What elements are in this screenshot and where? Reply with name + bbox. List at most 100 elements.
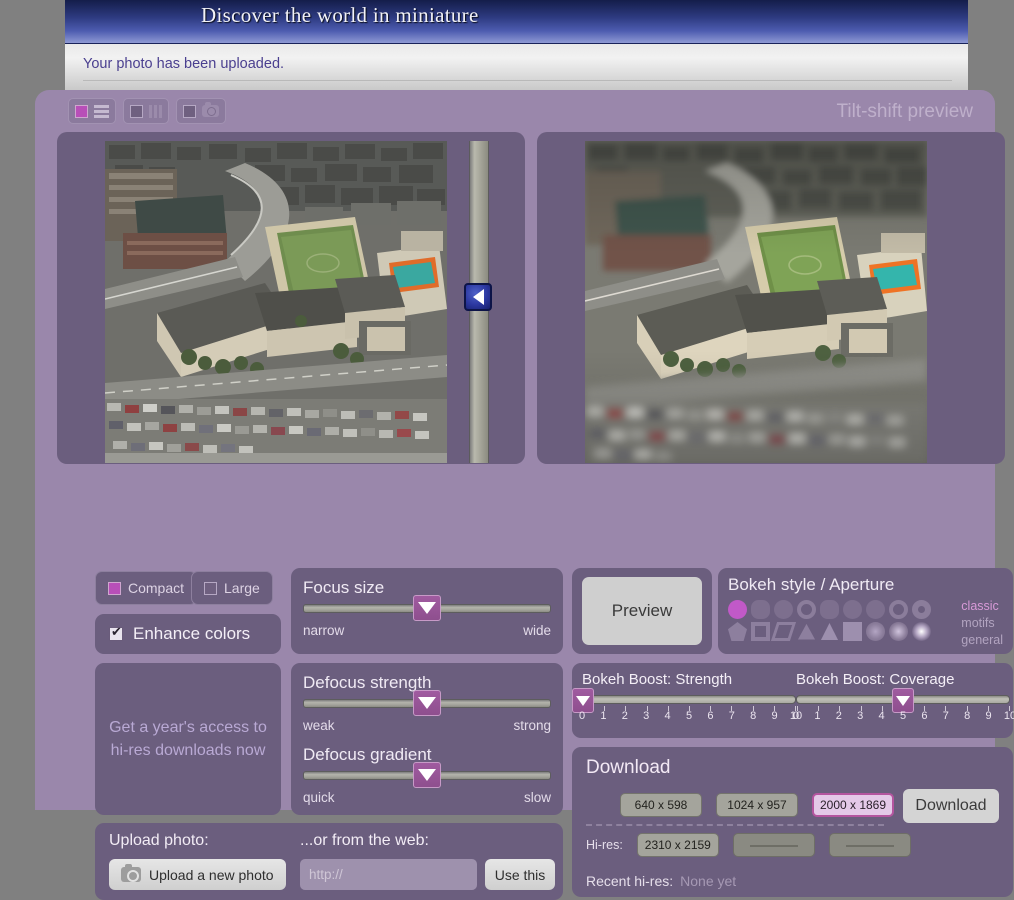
image-comparison-row — [57, 132, 1005, 464]
recent-hires-label: Recent hi-res: — [586, 873, 674, 889]
hires-size-option[interactable] — [732, 833, 815, 857]
bokeh-boost-strength-track[interactable] — [572, 688, 796, 713]
source-image-card — [57, 132, 525, 464]
down-triangle-icon — [576, 696, 590, 706]
tick-label: 7 — [728, 710, 735, 722]
tick-label: 7 — [942, 710, 949, 722]
bokeh-shape-blur-dot-large[interactable] — [866, 622, 885, 641]
tick-label: 4 — [664, 710, 671, 722]
tick-label: 8 — [750, 710, 757, 722]
bokeh-boost-coverage-track[interactable] — [796, 688, 1010, 713]
bokeh-shape-pentagon[interactable] — [728, 622, 747, 641]
bokeh-boost-coverage-tick-labels: 0 1 2 3 4 5 6 7 8 9 10 — [792, 710, 1014, 724]
toolbar-view-camera-button[interactable] — [176, 98, 226, 124]
bokeh-shape-triangle-outline[interactable] — [797, 623, 816, 640]
preview-image-card — [537, 132, 1005, 464]
bokeh-row-motifs — [728, 622, 931, 641]
defocus-gradient-slider[interactable] — [303, 762, 551, 788]
bokeh-boost-coverage-title: Bokeh Boost: Coverage — [796, 671, 1010, 688]
slider-thumb[interactable] — [413, 762, 441, 788]
toolbar-view-columns-button[interactable] — [123, 98, 169, 124]
download-size-option[interactable]: 640 x 598 — [620, 793, 702, 817]
bokeh-legend-motifs[interactable]: motifs — [961, 615, 1003, 632]
download-card: Download 640 x 598 1024 x 957 2000 x 1869 … — [572, 747, 1013, 897]
bokeh-shape-donut-large[interactable] — [912, 600, 931, 619]
tick-label: 0 — [792, 710, 800, 722]
notice-divider — [83, 80, 952, 81]
bokeh-shape-heptagon[interactable] — [820, 600, 839, 619]
download-size-option[interactable]: 1024 x 957 — [716, 793, 798, 817]
down-triangle-icon — [418, 602, 436, 614]
defocus-strength-min-label: weak — [303, 718, 335, 733]
bokeh-shape-square-filled[interactable] — [843, 622, 862, 641]
download-title: Download — [586, 757, 671, 778]
bokeh-shape-triangle-filled[interactable] — [820, 622, 839, 641]
upload-new-photo-button[interactable]: Upload a new photo — [109, 859, 286, 890]
tick-label: 0 — [578, 710, 586, 722]
bokeh-shape-circle-solid[interactable] — [866, 600, 885, 619]
tick-label: 5 — [685, 710, 693, 722]
source-photo-image — [105, 141, 447, 463]
bokeh-shape-parallelogram[interactable] — [770, 622, 797, 641]
bokeh-shape-circle-filled-selected[interactable] — [728, 600, 747, 619]
bokeh-boost-strength: Bokeh Boost: Strength 0 1 2 3 4 5 6 7 8 9 10 — [572, 671, 802, 724]
bokeh-boost-coverage-value-label: Coverage — [889, 671, 955, 688]
focus-min-label: narrow — [303, 623, 345, 638]
preview-button[interactable]: Preview — [582, 577, 702, 645]
defocus-strength-slider[interactable] — [303, 690, 551, 716]
upload-card: Upload photo: ...or from the web: Upload… — [95, 823, 563, 900]
slider-thumb[interactable] — [413, 690, 441, 716]
bokeh-boost-strength-value-label: Strength — [675, 671, 733, 688]
focus-position-slider-handle[interactable] — [464, 283, 492, 311]
bokeh-legend-general[interactable]: general — [961, 632, 1003, 649]
tick-label: 10 — [1003, 710, 1014, 722]
site-banner: Discover the world in miniature — [65, 0, 968, 43]
hires-size-options: 2310 x 2159 — [636, 833, 911, 857]
tick-label: 2 — [835, 710, 842, 722]
down-triangle-icon — [418, 769, 436, 781]
bokeh-shape-circle-soft[interactable] — [774, 600, 793, 619]
download-size-option[interactable]: 2000 x 1869 — [812, 793, 894, 817]
tick-label: 5 — [899, 710, 907, 722]
camera-icon — [121, 864, 141, 882]
source-photo[interactable] — [105, 141, 447, 463]
upload-heading: Upload photo: — [109, 832, 209, 849]
bokeh-shape-blur-dot-medium[interactable] — [889, 622, 908, 641]
toolbar — [68, 98, 226, 124]
photo-url-input[interactable] — [300, 859, 477, 890]
preview-photo[interactable] — [585, 141, 927, 463]
hires-label: Hi-res: — [586, 838, 623, 852]
bokeh-shape-circle-ring[interactable] — [797, 600, 816, 619]
toolbar-view-list-button[interactable] — [68, 98, 116, 124]
preview-card: Preview — [572, 568, 712, 654]
recent-hires-row: Recent hi-res: None yet — [586, 873, 736, 889]
mode-large-button[interactable]: Large — [191, 571, 273, 605]
tick-label: 1 — [814, 710, 821, 722]
hires-size-option[interactable]: 2310 x 2159 — [636, 833, 719, 857]
bokeh-legend-classic[interactable]: classic — [961, 598, 1003, 615]
hires-size-option[interactable] — [828, 833, 911, 857]
download-button[interactable]: Download — [903, 789, 999, 823]
enhance-colors-toggle[interactable]: Enhance colors — [95, 614, 281, 654]
bokeh-boost-card: Bokeh Boost: Strength 0 1 2 3 4 5 6 7 8 9 10 Bokeh… — [572, 663, 1014, 738]
bokeh-shape-blur-dot-bright[interactable] — [912, 622, 931, 641]
promo-upsell-card[interactable]: Get a year's access to hi-res downloads … — [95, 663, 281, 815]
bokeh-legend: classic motifs general — [961, 598, 1003, 649]
bokeh-boost-strength-tick-labels: 0 1 2 3 4 5 6 7 8 9 10 — [578, 710, 802, 724]
radio-indicator-icon — [108, 581, 121, 595]
bokeh-shape-donut-small[interactable] — [889, 600, 908, 619]
defocus-strength-range-labels: weak strong — [303, 718, 551, 733]
bokeh-shape-square-outline[interactable] — [751, 622, 770, 641]
download-divider — [586, 824, 884, 826]
focus-size-slider[interactable] — [303, 595, 551, 621]
slider-thumb[interactable] — [413, 595, 441, 621]
bokeh-shape-octagon[interactable] — [751, 600, 770, 619]
focus-size-card: Focus size narrow wide — [291, 568, 563, 654]
web-upload-heading: ...or from the web: — [300, 832, 429, 849]
use-this-url-button[interactable]: Use this — [485, 859, 555, 890]
checkbox-checked-icon[interactable] — [109, 625, 123, 641]
mode-compact-button[interactable]: Compact — [95, 571, 198, 605]
list-icon — [94, 104, 109, 118]
notice-bar: Your photo has been uploaded. — [65, 43, 968, 90]
bokeh-shape-hexagon-soft[interactable] — [843, 600, 862, 619]
